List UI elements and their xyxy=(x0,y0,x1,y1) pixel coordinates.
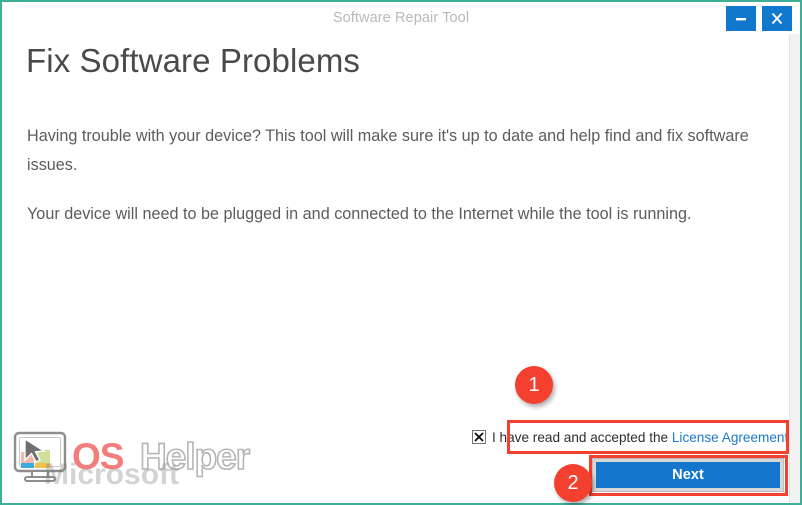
license-agreement-link[interactable]: License Agreement xyxy=(672,430,788,445)
step-marker-2: 2 xyxy=(554,464,592,502)
close-button[interactable] xyxy=(762,6,792,31)
intro-paragraph-2: Your device will need to be plugged in a… xyxy=(27,205,692,223)
monitor-cursor-icon xyxy=(12,430,70,497)
license-checkbox[interactable] xyxy=(472,430,486,444)
watermark-helper-text: Helper xyxy=(139,435,251,478)
application-window: Software Repair Tool Fix Software Proble… xyxy=(2,2,800,503)
license-agreement-row: I have read and accepted the License Agr… xyxy=(472,426,788,448)
window-title: Software Repair Tool xyxy=(332,10,470,26)
next-button-frame: Next xyxy=(592,458,784,492)
scrollbar-track[interactable] xyxy=(789,34,800,503)
close-x-icon xyxy=(762,6,792,31)
step-marker-1: 1 xyxy=(515,366,553,404)
next-button[interactable]: Next xyxy=(596,462,780,488)
intro-paragraph-1: Having trouble with your device? This to… xyxy=(27,127,749,174)
minimize-button[interactable] xyxy=(726,6,756,31)
watermark-microsoft-text: Microsoft xyxy=(44,458,179,491)
watermark: Microsoft OS Helper xyxy=(12,430,277,500)
minus-icon xyxy=(726,6,756,31)
title-bar: Software Repair Tool xyxy=(2,2,800,34)
screenshot-root: Software Repair Tool Fix Software Proble… xyxy=(0,0,802,505)
license-checkbox-label: I have read and accepted the xyxy=(492,429,672,445)
watermark-os-text: OS xyxy=(72,436,124,477)
page-title: Fix Software Problems xyxy=(26,42,361,79)
